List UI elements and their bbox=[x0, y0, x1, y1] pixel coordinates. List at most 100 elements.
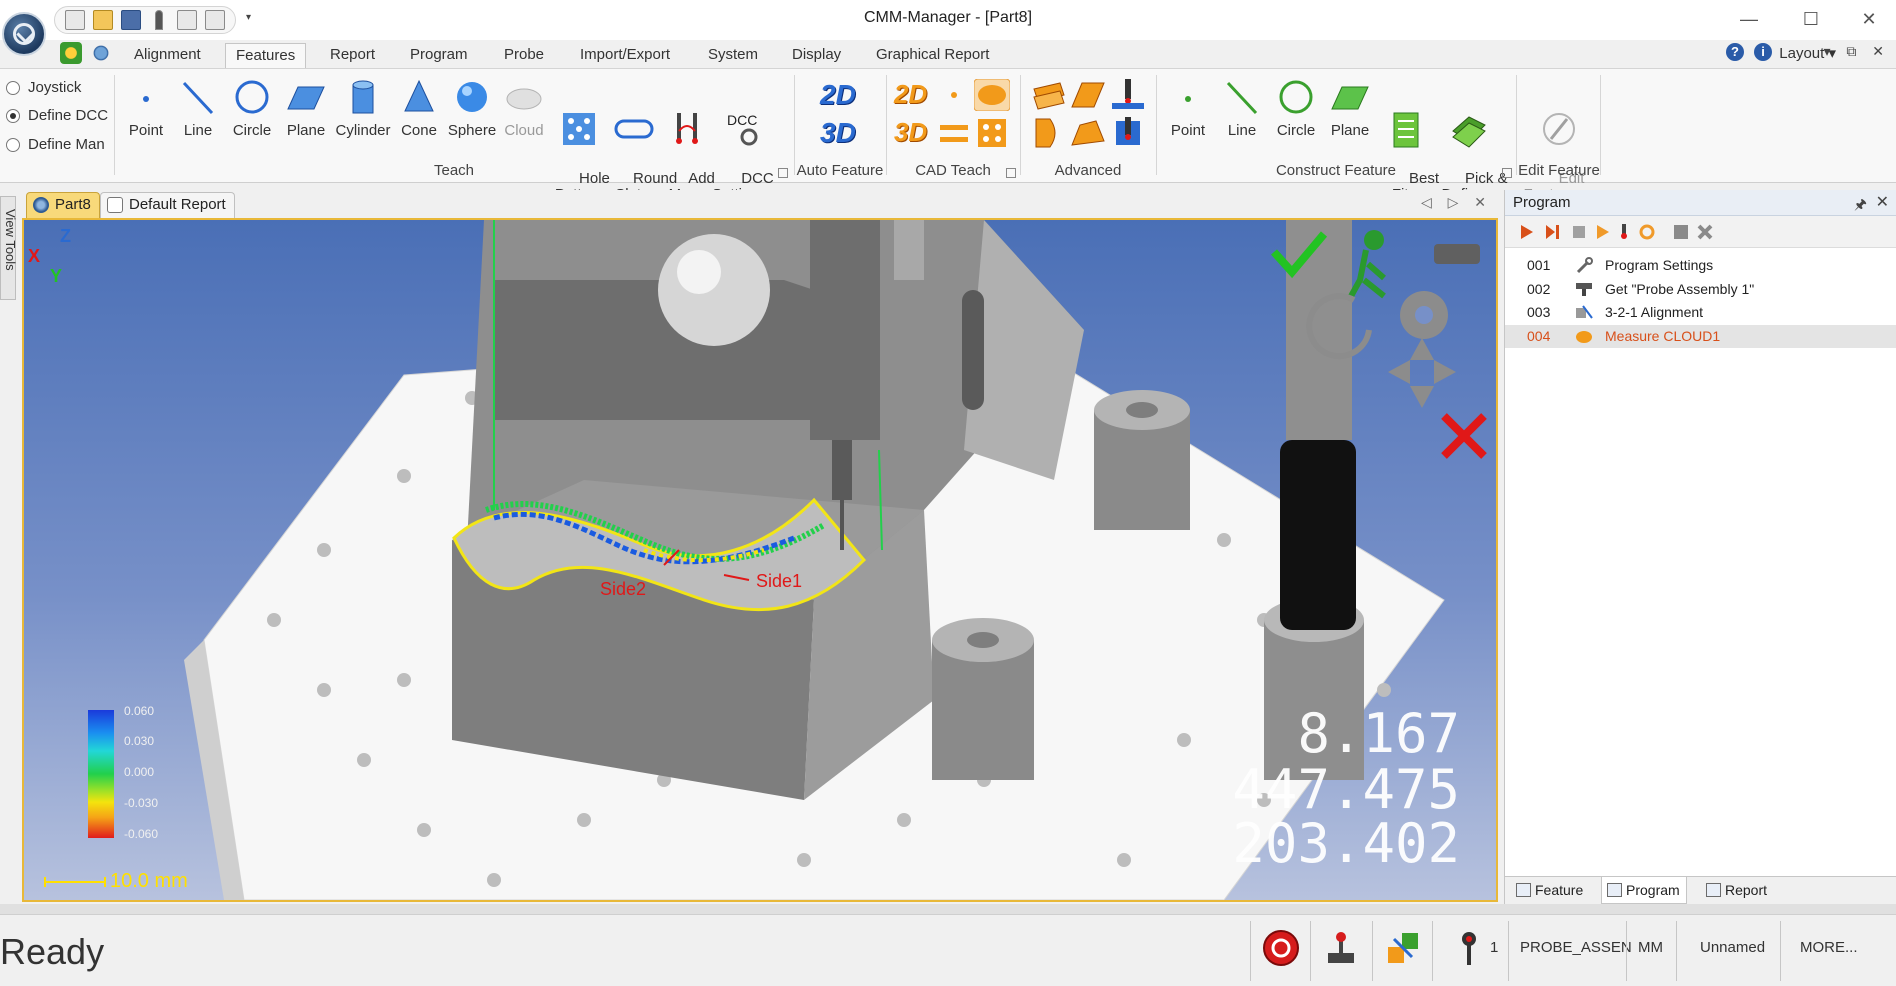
teach-cloud-button[interactable]: Cloud bbox=[502, 75, 546, 139]
doc-tab-default-report[interactable]: Default Report bbox=[100, 192, 235, 218]
tab-program-panel[interactable]: Program bbox=[1601, 877, 1687, 904]
radio-indicator bbox=[6, 137, 20, 152]
tab-display[interactable]: Display bbox=[782, 43, 851, 69]
advanced-curve-icon[interactable] bbox=[1030, 117, 1066, 149]
doc-nav-buttons[interactable]: ◁ ▷ ✕ bbox=[1421, 194, 1492, 211]
more-button[interactable]: MORE... bbox=[1800, 939, 1858, 956]
program-row-selected[interactable]: 004 Measure CLOUD1 bbox=[1505, 324, 1896, 348]
teach-launcher-icon[interactable] bbox=[778, 168, 788, 178]
loop-icon[interactable] bbox=[1639, 224, 1655, 240]
cad-point-icon[interactable] bbox=[936, 79, 972, 111]
radio-joystick[interactable]: Joystick bbox=[6, 79, 81, 96]
construct-point-button[interactable]: Point bbox=[1166, 75, 1210, 139]
radio-define-man[interactable]: Define Man bbox=[6, 136, 105, 153]
workspace-name[interactable]: Unnamed bbox=[1700, 939, 1765, 956]
teach-circle-button[interactable]: Circle bbox=[228, 75, 276, 139]
cad-teach-launcher-icon[interactable] bbox=[1006, 168, 1016, 178]
view-tools-tab[interactable]: View Tools bbox=[0, 196, 18, 300]
probe-tool-icon[interactable] bbox=[1434, 244, 1480, 264]
tab-system[interactable]: System bbox=[698, 43, 768, 69]
advanced-probe-vector-icon[interactable] bbox=[1110, 117, 1146, 149]
tab-import-export[interactable]: Import/Export bbox=[570, 43, 680, 69]
best-fit-icon bbox=[1393, 112, 1419, 148]
run-to-end-icon[interactable] bbox=[1545, 224, 1561, 240]
group-separator bbox=[794, 75, 795, 175]
construct-launcher-icon[interactable] bbox=[1502, 168, 1512, 178]
dro-z: 203.402 bbox=[1232, 812, 1460, 875]
tab-features[interactable]: Features bbox=[225, 43, 307, 69]
close-button[interactable]: ✕ bbox=[1846, 4, 1892, 34]
cad-3d-button[interactable]: 3D bbox=[894, 117, 930, 149]
advanced-surface-icon[interactable] bbox=[1070, 79, 1106, 111]
cad-cloud-icon[interactable] bbox=[974, 79, 1010, 111]
program-row[interactable]: 003 3-2-1 Alignment bbox=[1505, 301, 1896, 325]
probe-name[interactable]: PROBE_ASSEN bbox=[1520, 939, 1632, 956]
program-row[interactable]: 002 Get "Probe Assembly 1" bbox=[1505, 278, 1896, 302]
delete-node-icon[interactable] bbox=[1697, 224, 1713, 240]
tab-graphical-report[interactable]: Graphical Report bbox=[866, 43, 999, 69]
3d-viewport[interactable]: Side2 Side1 Z X Y 0.060 0.030 0.000 -0.0… bbox=[22, 218, 1498, 902]
panel-close-icon[interactable]: ✕ bbox=[1876, 192, 1889, 212]
teach-cylinder-button[interactable]: Cylinder bbox=[332, 75, 394, 139]
settings-gear-icon[interactable] bbox=[90, 42, 112, 64]
pan-down-arrow-icon[interactable] bbox=[1410, 386, 1434, 408]
tab-alignment[interactable]: Alignment bbox=[124, 43, 211, 69]
cad-2d-button[interactable]: 2D bbox=[894, 79, 930, 111]
radio-label: Joystick bbox=[28, 79, 82, 96]
auto-2d-button[interactable]: 2D bbox=[820, 79, 862, 111]
cad-lines-icon[interactable] bbox=[936, 117, 972, 149]
help-icon[interactable]: ? bbox=[1726, 43, 1744, 61]
program-panel-title: Program bbox=[1513, 194, 1571, 211]
cancel-x-icon[interactable] bbox=[1441, 413, 1487, 459]
tab-program[interactable]: Program bbox=[400, 43, 478, 69]
teach-plane-button[interactable]: Plane bbox=[284, 75, 328, 139]
tab-feature[interactable]: Feature bbox=[1511, 877, 1589, 904]
pan-right-arrow-icon[interactable] bbox=[1434, 360, 1456, 384]
button-label: Cloud bbox=[504, 122, 544, 139]
row-label: Program Settings bbox=[1605, 257, 1714, 273]
auto-3d-button[interactable]: 3D bbox=[820, 117, 862, 149]
units-indicator[interactable]: MM bbox=[1638, 939, 1663, 956]
tab-probe[interactable]: Probe bbox=[494, 43, 554, 69]
machine-connect-icon[interactable] bbox=[1384, 929, 1422, 967]
probe-extension bbox=[832, 440, 852, 500]
emergency-stop-icon[interactable] bbox=[1262, 929, 1300, 967]
pan-up-arrow-icon[interactable] bbox=[1410, 338, 1434, 360]
info-icon[interactable]: i bbox=[1754, 43, 1772, 61]
teach-point-button[interactable]: Point bbox=[124, 75, 168, 139]
group-label-cad-teach: CAD Teach bbox=[915, 162, 991, 179]
construct-plane-button[interactable]: Plane bbox=[1326, 75, 1374, 139]
cad-pattern-icon[interactable] bbox=[974, 117, 1010, 149]
run-figure-icon[interactable] bbox=[1364, 230, 1384, 250]
radio-define-dcc[interactable]: Define DCC bbox=[6, 107, 108, 124]
joystick-icon[interactable] bbox=[1322, 929, 1360, 967]
stop-icon[interactable] bbox=[1571, 224, 1587, 240]
tab-report[interactable]: Report bbox=[320, 43, 385, 69]
advanced-edge-icon[interactable] bbox=[1070, 117, 1106, 149]
doc-tab-part8[interactable]: Part8 bbox=[26, 192, 100, 218]
pan-left-arrow-icon[interactable] bbox=[1388, 360, 1410, 384]
program-row[interactable]: 001 Program Settings bbox=[1505, 254, 1896, 278]
teach-sphere-button[interactable]: Sphere bbox=[446, 75, 498, 139]
ribbon-panel: Joystick Define DCC Define Man Point Lin… bbox=[0, 68, 1896, 203]
advanced-section-icon[interactable] bbox=[1030, 79, 1066, 111]
construct-circle-button[interactable]: Circle bbox=[1272, 75, 1320, 139]
group-separator bbox=[1600, 75, 1601, 175]
mdi-window-buttons[interactable]: ▾ ⧉ ✕ bbox=[1823, 43, 1890, 60]
probe-tip-icon[interactable] bbox=[1450, 929, 1488, 967]
advanced-probe-icon[interactable] bbox=[1110, 79, 1146, 111]
tab-report-panel[interactable]: Report bbox=[1701, 877, 1773, 904]
pin-icon[interactable]: 🖈 bbox=[1854, 194, 1867, 218]
step-icon[interactable] bbox=[1595, 224, 1611, 240]
teach-line-button[interactable]: Line bbox=[176, 75, 220, 139]
probe-teach-icon[interactable] bbox=[1617, 224, 1633, 240]
run-program-icon[interactable] bbox=[1519, 224, 1535, 240]
block-icon[interactable] bbox=[1673, 224, 1689, 240]
teach-cone-button[interactable]: Cone bbox=[396, 75, 442, 139]
construct-line-button[interactable]: Line bbox=[1220, 75, 1264, 139]
application-menu-button[interactable] bbox=[2, 12, 46, 56]
tab-label: Program bbox=[1626, 882, 1680, 898]
run-icon[interactable] bbox=[60, 42, 82, 64]
minimize-button[interactable]: — bbox=[1726, 4, 1772, 34]
maximize-button[interactable]: ☐ bbox=[1788, 4, 1834, 34]
